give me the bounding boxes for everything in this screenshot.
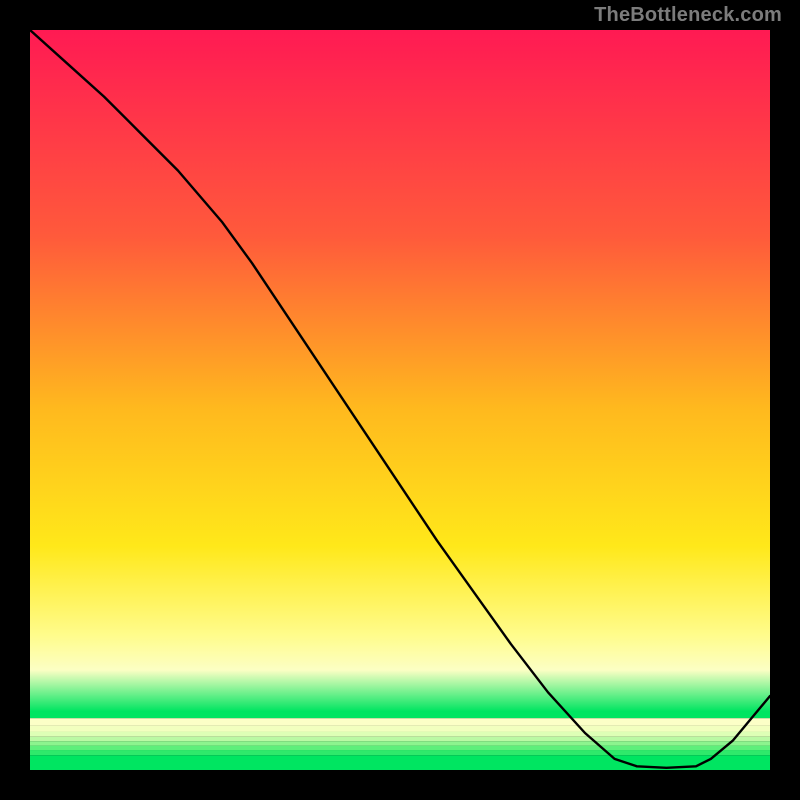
bottom-strips: [30, 718, 770, 770]
chart-svg: [30, 30, 770, 770]
chart-canvas: TheBottleneck.com: [0, 0, 800, 800]
plot-area: [30, 30, 770, 770]
watermark-text: TheBottleneck.com: [594, 4, 782, 27]
